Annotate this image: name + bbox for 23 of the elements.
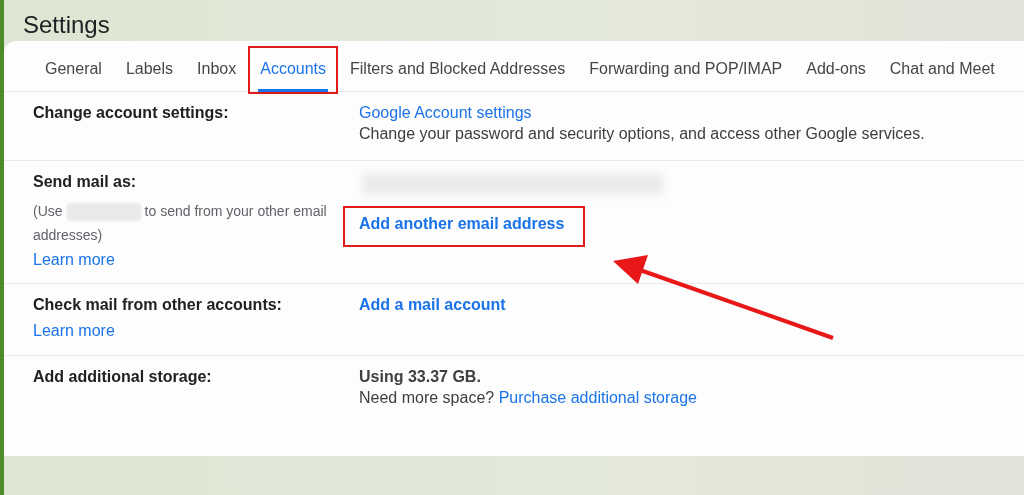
link[interactable]: Add another email address <box>359 215 565 232</box>
description: Change your password and security options, and access other Google services. <box>359 125 925 143</box>
storage-usage: Using 33.37 GB. <box>359 368 482 386</box>
learn-more-link[interactable]: Learn more <box>33 251 359 269</box>
setting-label: Check mail from other accounts: <box>33 296 283 314</box>
setting-label: Send mail as: <box>33 173 138 191</box>
tab[interactable]: Filters and Blocked Addresses <box>348 48 568 92</box>
tab[interactable]: Inbox <box>195 48 239 92</box>
tab[interactable]: General <box>43 48 104 92</box>
setting-note: (Use to send from your other email addresses) <box>33 202 328 245</box>
link[interactable]: Add a mail account <box>359 296 506 314</box>
learn-more-link[interactable]: Learn more <box>33 322 359 340</box>
purchase-storage-link[interactable]: Purchase additional storage <box>498 389 697 406</box>
link[interactable]: Google Account settings <box>359 104 925 122</box>
tab[interactable]: Add-ons <box>804 48 868 92</box>
tab[interactable]: Labels <box>123 48 176 92</box>
window-title: Settings <box>22 10 111 40</box>
tab[interactable]: Forwarding and POP/IMAP <box>587 48 785 92</box>
tab[interactable]: Chat and Meet <box>887 48 997 92</box>
storage-prompt: Need more space? <box>359 389 495 406</box>
setting-label: Add additional storage: <box>33 368 213 386</box>
tab[interactable]: Accounts <box>258 48 329 92</box>
setting-label: Change account settings: <box>33 104 230 122</box>
